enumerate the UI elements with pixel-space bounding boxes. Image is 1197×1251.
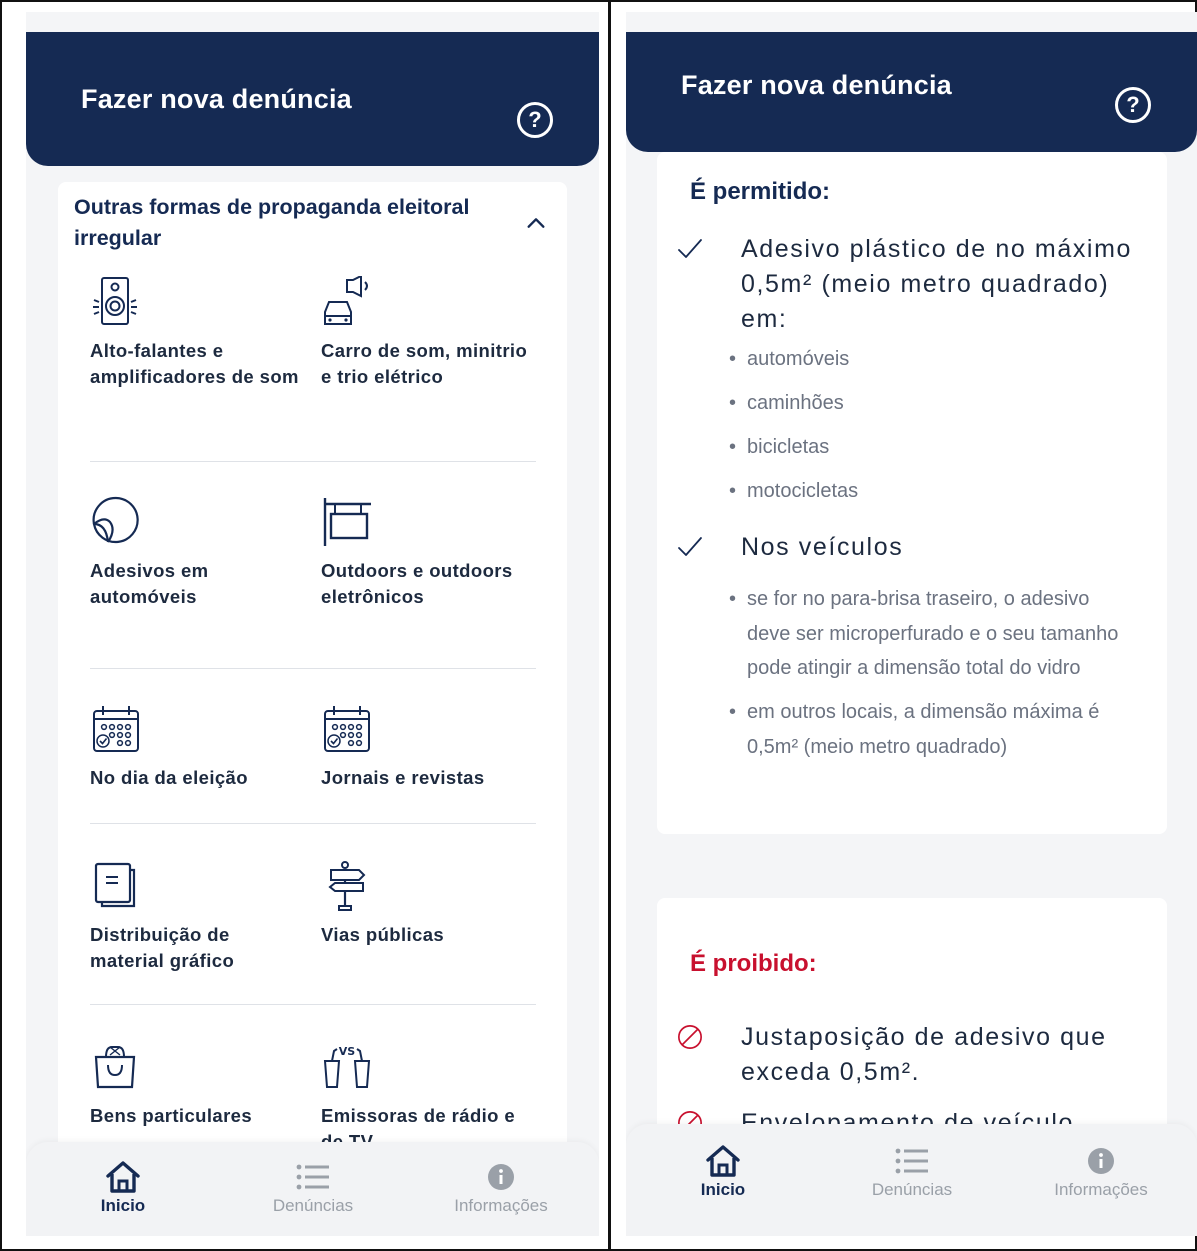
svg-text:VS: VS (339, 1045, 356, 1058)
category-label: No dia da eleição (90, 767, 248, 788)
category-label: Carro de som, minitrio e trio elétrico (321, 340, 528, 387)
info-icon (488, 1164, 514, 1190)
nav-info[interactable]: Informações (421, 1160, 581, 1216)
bottom-navigation: Inicio Denúncias Informações (626, 1124, 1197, 1236)
home-icon (106, 1161, 140, 1193)
category-sound-car[interactable]: Carro de som, minitrio e trio elétrico (321, 276, 531, 390)
help-icon[interactable]: ? (1115, 87, 1151, 123)
category-stickers[interactable]: Adesivos em automóveis (90, 496, 300, 610)
category-label: Alto-falantes e amplificadores de som (90, 340, 299, 387)
versus-icon: VS (323, 1045, 371, 1088)
category-loudspeakers[interactable]: Alto-falantes e amplificadores de som (90, 276, 300, 390)
calendar-icon (324, 706, 370, 752)
forbidden-heading: É proibido: (690, 950, 817, 977)
category-label: Distribuição de material gráfico (90, 924, 235, 971)
category-row: Adesivos em automóveis Outdoors e outdoo… (90, 462, 536, 669)
signpost-icon (328, 861, 366, 911)
left-phone-screen: Fazer nova denúncia ? Outras formas de p… (26, 12, 599, 1236)
page-title: Fazer nova denúncia (681, 70, 952, 100)
accordion-title[interactable]: Outras formas de propaganda eleitoral ir… (74, 192, 514, 254)
rule-text: Nos veículos (741, 533, 904, 561)
checkmark-icon (678, 239, 702, 258)
category-public-roads[interactable]: Vias públicas (321, 860, 531, 948)
shopping-bag-icon (94, 1046, 136, 1089)
info-icon (1088, 1148, 1114, 1174)
billboard-icon (323, 498, 371, 546)
speaker-icon (93, 277, 137, 325)
nav-reports-label: Denúncias (272, 1196, 354, 1215)
app-header: Fazer nova denúncia ? (626, 32, 1197, 152)
list-item: se for no para-brisa traseiro, o adesivo… (727, 582, 1137, 686)
nav-info[interactable]: Informações (1021, 1144, 1181, 1200)
category-grid: Alto-falantes e amplificadores de som Ca… (90, 270, 536, 1165)
app-header: Fazer nova denúncia ? (26, 32, 599, 166)
calendar-icon (93, 706, 139, 752)
help-icon[interactable]: ? (517, 102, 553, 138)
list-item: caminhões (727, 386, 1137, 421)
category-election-day[interactable]: No dia da eleição (90, 703, 300, 791)
nav-info-label: Informações (454, 1196, 548, 1215)
rule-text: Justaposição de adesivo que exceda 0,5m²… (741, 1023, 1107, 1086)
allowed-card: É permitido: Adesivo plástico de no máxi… (657, 152, 1167, 834)
category-outdoors[interactable]: Outdoors e outdoors eletrônicos (321, 496, 531, 610)
category-private-property[interactable]: Bens particulares (90, 1041, 300, 1129)
prohibited-icon (678, 1025, 702, 1049)
category-label: Jornais e revistas (321, 767, 485, 788)
allowed-rule-1-list: automóveis caminhões bicicletas motocicl… (727, 342, 1137, 509)
list-icon (296, 1164, 329, 1190)
allowed-heading: É permitido: (690, 178, 831, 205)
category-row: No dia da eleição Jornais e revistas (90, 669, 536, 824)
category-newspapers[interactable]: Jornais e revistas (321, 703, 531, 791)
page-title: Fazer nova denúncia (81, 84, 352, 114)
list-item: bicicletas (727, 430, 1137, 465)
category-row: Bens particulares VS Emissoras de rádio … (90, 1005, 536, 1165)
list-item: motocicletas (727, 474, 1137, 509)
category-label: Adesivos em automóveis (90, 560, 209, 607)
checkmark-icon (678, 537, 702, 556)
sticker-icon (92, 496, 139, 544)
chevron-up-icon[interactable] (525, 212, 547, 234)
nav-info-label: Informações (1054, 1180, 1148, 1199)
allowed-rule-2-list: se for no para-brisa traseiro, o adesivo… (727, 582, 1137, 764)
nav-reports[interactable]: Denúncias (233, 1160, 393, 1216)
nav-home-label: Inicio (100, 1196, 146, 1215)
accordion-card: Outras formas de propaganda eleitoral ir… (58, 182, 567, 1172)
category-row: Distribuição de material gráfico Vias pú… (90, 824, 536, 1005)
category-label: Outdoors e outdoors eletrônicos (321, 560, 513, 607)
panel-divider (608, 0, 611, 1251)
rule-text: Adesivo plástico de no máximo 0,5m² (mei… (741, 235, 1133, 333)
list-item: em outros locais, a dimensão máxima é 0,… (727, 695, 1137, 764)
list-icon (895, 1148, 928, 1174)
nav-reports-label: Denúncias (871, 1180, 953, 1199)
nav-home[interactable]: Inicio (43, 1160, 203, 1216)
nav-reports[interactable]: Denúncias (832, 1144, 992, 1200)
category-label: Vias públicas (321, 924, 445, 945)
category-printed-material[interactable]: Distribuição de material gráfico (90, 860, 300, 974)
right-phone-screen: É permitido: Adesivo plástico de no máxi… (626, 12, 1197, 1236)
home-icon (706, 1145, 740, 1177)
bottom-navigation: Inicio Denúncias Informações (26, 1142, 599, 1236)
document-icon (94, 862, 136, 908)
nav-home[interactable]: Inicio (643, 1144, 803, 1200)
category-label: Bens particulares (90, 1105, 253, 1126)
sound-car-icon (324, 276, 368, 325)
category-radio-tv[interactable]: VS Emissoras de rádio e de TV (321, 1041, 531, 1155)
nav-home-label: Inicio (700, 1180, 746, 1199)
category-row: Alto-falantes e amplificadores de som Ca… (90, 270, 536, 462)
list-item: automóveis (727, 342, 1137, 377)
